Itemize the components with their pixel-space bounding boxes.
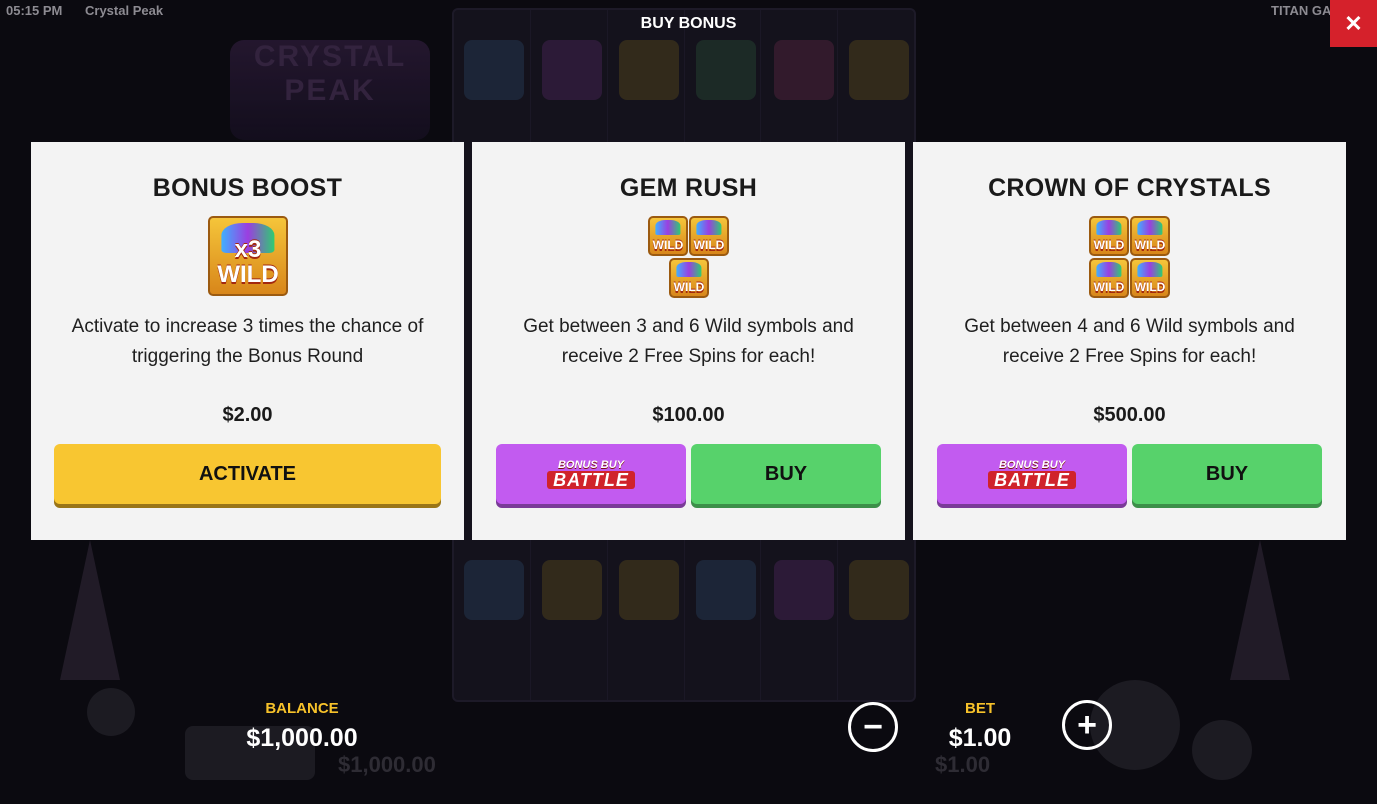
bet-label: BET bbox=[965, 700, 995, 717]
activate-button-label: ACTIVATE bbox=[198, 462, 297, 485]
bonus-buy-battle-button[interactable]: BONUS BUY BATTLE bbox=[937, 444, 1127, 504]
bonus-buy-battle-logo: BONUS BUY BATTLE bbox=[988, 459, 1076, 489]
bet-value: $1.00 bbox=[948, 724, 1012, 752]
bonus-buy-battle-logo: BONUS BUY BATTLE bbox=[547, 459, 635, 489]
buy-button-label: BUY bbox=[764, 462, 808, 485]
plus-icon: + bbox=[1077, 706, 1097, 744]
card-price: $2.00 bbox=[222, 404, 273, 426]
minus-icon: − bbox=[863, 708, 883, 746]
card-description: Activate to increase 3 times the chance … bbox=[71, 316, 424, 367]
card-title: GEM RUSH bbox=[619, 174, 758, 202]
bonus-buy-battle-button[interactable]: BONUS BUY BATTLE bbox=[496, 444, 686, 504]
increase-bet-button[interactable]: + bbox=[1062, 700, 1112, 750]
buy-button-label: BUY bbox=[1205, 462, 1249, 485]
buy-button[interactable]: BUY bbox=[691, 444, 881, 504]
buy-button[interactable]: BUY bbox=[1132, 444, 1322, 504]
close-button[interactable]: ✕ bbox=[1330, 0, 1377, 47]
card-description: Get between 4 and 6 Wild symbols and rec… bbox=[964, 316, 1295, 367]
bonus-card-crown-of-crystals: CROWN OF CRYSTALS WILD WILD WILD WILD Ge… bbox=[913, 142, 1346, 540]
card-description: Get between 3 and 6 Wild symbols and rec… bbox=[523, 316, 854, 367]
activate-button[interactable]: ACTIVATE bbox=[54, 444, 441, 504]
close-icon: ✕ bbox=[1344, 10, 1363, 36]
card-title: BONUS BOOST bbox=[152, 174, 343, 202]
card-price: $500.00 bbox=[1093, 404, 1166, 426]
modal-title: BUY BONUS bbox=[640, 15, 737, 32]
bonus-card-bonus-boost: BONUS BOOST x3 WILD Activate to increase… bbox=[31, 142, 464, 540]
card-title: CROWN OF CRYSTALS bbox=[988, 174, 1271, 202]
x3-wild-icon: x3 WILD bbox=[208, 216, 288, 296]
balance-value: $1,000.00 bbox=[246, 724, 358, 752]
game-logo: CRYSTAL PEAK bbox=[230, 40, 430, 140]
card-price: $100.00 bbox=[652, 404, 725, 426]
bonus-card-gem-rush: GEM RUSH WILD WILD WILD Get between 3 an… bbox=[472, 142, 905, 540]
balance-label: BALANCE bbox=[265, 700, 339, 717]
decrease-bet-button[interactable]: − bbox=[848, 702, 898, 752]
